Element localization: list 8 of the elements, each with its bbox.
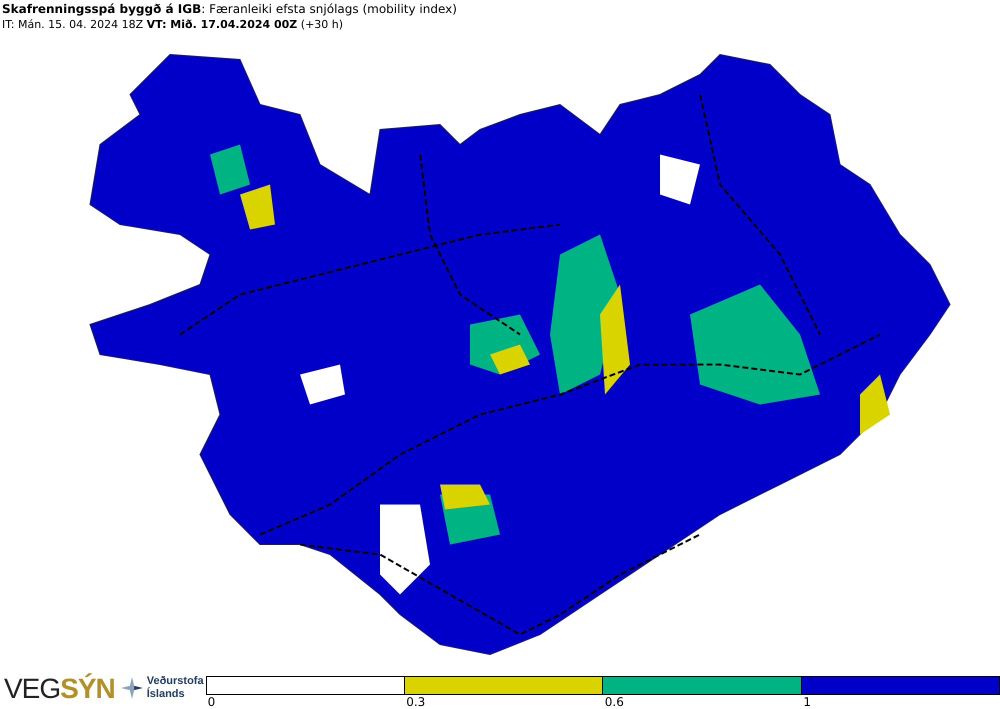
forecast-time: IT: Mán. 15. 04. 2024 18Z VT: Mið. 17.04.2024 00Z (+30 h) (2, 17, 344, 32)
agency-name: Veðurstofa Íslands (146, 675, 204, 701)
map-title: Skafrenningsspá byggð á IGB: Færanleiki efsta snjólags (mobility index) (2, 2, 458, 17)
legend-tick-label: 1 (803, 695, 812, 709)
legend-tick-label: 0 (208, 695, 216, 709)
legend-tick-label: 0.3 (406, 695, 426, 709)
legend-tick-label: 0.6 (604, 695, 624, 709)
vegsyn-logo: VEGSÝN (4, 673, 115, 705)
